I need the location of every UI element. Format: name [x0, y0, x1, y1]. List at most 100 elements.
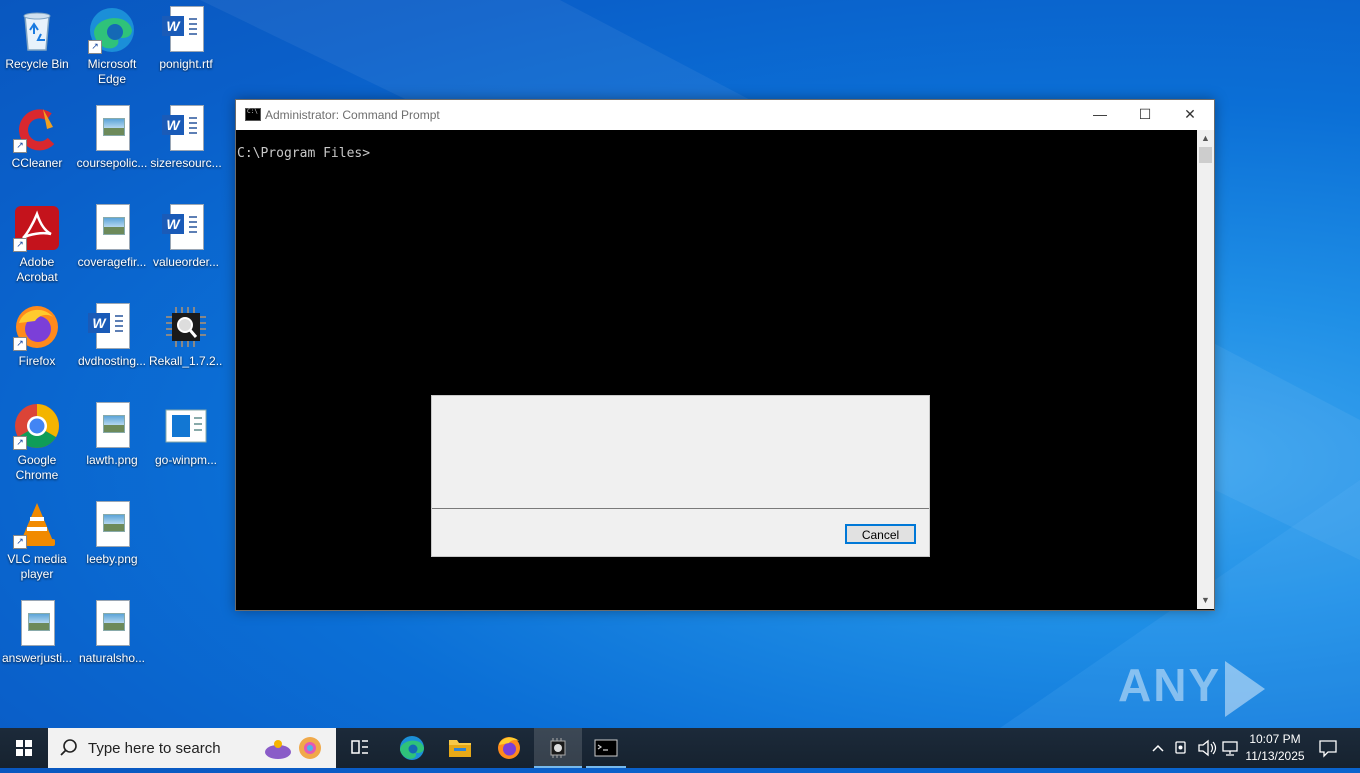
image-file-icon — [88, 402, 136, 450]
desktop-icon-label: go-winpm... — [154, 453, 218, 467]
desktop-icon-label: answerjusti... — [1, 651, 73, 665]
search-placeholder: Type here to search — [88, 740, 221, 757]
desktop-icon-label: ponight.rtf — [159, 57, 213, 71]
search-icon — [60, 739, 77, 756]
desktop-icon-label: Microsoft Edge — [87, 57, 137, 86]
desktop-icon-coveragefir[interactable]: coveragefir... — [75, 200, 149, 270]
desktop-icon-answerjusti[interactable]: answerjusti... — [0, 596, 74, 666]
desktop-icon-edge[interactable]: ↗ Microsoft Edge — [75, 2, 149, 87]
desktop-icon-lawth-png[interactable]: lawth.png — [75, 398, 149, 468]
shortcut-arrow-icon: ↗ — [13, 139, 27, 153]
clock[interactable]: 10:07 PM 11/13/2025 — [1238, 731, 1312, 765]
acrobat-icon: ↗ — [13, 204, 61, 252]
edge-icon — [400, 736, 424, 760]
desktop-icon-coursepolic[interactable]: coursepolic... — [75, 101, 149, 171]
firefox-icon: ↗ — [13, 303, 61, 351]
show-hidden-icons-chevron-icon[interactable] — [1148, 728, 1168, 768]
desktop-icon-label: coursepolic... — [76, 156, 148, 170]
cancel-button[interactable]: Cancel — [845, 524, 916, 544]
desktop-icon-label: Google Chrome — [15, 453, 59, 482]
desktop-icon-ponight-rtf[interactable]: W ponight.rtf — [149, 2, 223, 72]
scroll-up-icon[interactable]: ▲ — [1197, 130, 1214, 147]
progress-dialog: Cancel — [431, 395, 930, 557]
desktop-icon-valueorder[interactable]: W valueorder... — [149, 200, 223, 270]
cmd-prompt-line: C:\Program Files> — [237, 146, 371, 161]
image-file-icon — [88, 204, 136, 252]
desktop-icon-label: Rekall_1.7.2... — [149, 354, 223, 368]
desktop-icon-google-chrome[interactable]: ↗ Google Chrome — [0, 398, 74, 483]
image-file-icon — [13, 600, 61, 648]
taskbar-command-prompt[interactable] — [582, 728, 630, 768]
recycle-bin-icon — [13, 6, 61, 54]
desktop-icon-label: lawth.png — [86, 453, 138, 467]
search-highlight-icon — [265, 737, 321, 759]
windows-logo-icon — [16, 740, 32, 756]
desktop-icon-ccleaner[interactable]: ↗ CCleaner — [0, 101, 74, 171]
scroll-down-icon[interactable]: ▼ — [1197, 592, 1214, 609]
image-file-icon — [88, 600, 136, 648]
cmd-icon — [594, 739, 618, 757]
image-file-icon — [88, 501, 136, 549]
close-button[interactable]: ✕ — [1167, 100, 1213, 130]
search-box[interactable]: Type here to search — [48, 728, 336, 768]
desktop-icon-label: Recycle Bin — [5, 57, 69, 71]
camera-tray-icon[interactable] — [1172, 728, 1192, 768]
notifications-icon[interactable] — [1316, 728, 1340, 768]
desktop-icon-adobe-acrobat[interactable]: ↗ Adobe Acrobat — [0, 200, 74, 285]
desktop-icon-rekall[interactable]: Rekall_1.7.2... — [149, 299, 223, 369]
installer-icon — [162, 402, 210, 450]
scroll-thumb[interactable] — [1199, 147, 1212, 163]
taskbar: Type here to search 10:07 PM 11/13/2025 — [0, 728, 1360, 768]
dialog-body — [432, 396, 929, 509]
desktop-icon-go-winpm[interactable]: go-winpm... — [149, 398, 223, 468]
desktop-icon-dvdhosting[interactable]: W dvdhosting... — [75, 299, 149, 369]
shortcut-arrow-icon: ↗ — [13, 238, 27, 252]
start-button[interactable] — [0, 728, 48, 768]
taskbar-rekall[interactable] — [534, 728, 582, 768]
maximize-button[interactable]: ☐ — [1122, 100, 1168, 130]
cmd-icon — [245, 108, 261, 121]
chrome-icon: ↗ — [13, 402, 61, 450]
minimize-button[interactable]: — — [1077, 100, 1123, 130]
taskbar-task-view[interactable] — [336, 728, 384, 768]
ccleaner-icon: ↗ — [13, 105, 61, 153]
cmd-titlebar[interactable]: Administrator: Command Prompt — ☐ ✕ — [236, 100, 1214, 130]
desktop-icon-label: VLC media player — [7, 552, 67, 581]
clock-time: 10:07 PM — [1249, 732, 1301, 746]
desktop-icon-firefox[interactable]: ↗ Firefox — [0, 299, 74, 369]
word-document-icon: W — [162, 105, 210, 153]
folder-icon — [449, 740, 471, 757]
shortcut-arrow-icon: ↗ — [88, 40, 102, 54]
desktop-icon-naturalsho[interactable]: naturalsho... — [75, 596, 149, 666]
desktop-icon-sizeresourc[interactable]: W sizeresourc... — [149, 101, 223, 171]
desktop-icon-label: leeby.png — [86, 552, 138, 566]
word-document-icon: W — [162, 204, 210, 252]
shortcut-arrow-icon: ↗ — [13, 337, 27, 351]
desktop-icon-recycle-bin[interactable]: Recycle Bin — [0, 2, 74, 72]
taskbar-firefox[interactable] — [485, 728, 533, 768]
desktop-icon-vlc[interactable]: ↗ VLC media player — [0, 497, 74, 582]
desktop-icon-label: coveragefir... — [77, 255, 147, 269]
word-document-icon: W — [162, 6, 210, 54]
rekall-icon — [162, 303, 210, 351]
volume-icon[interactable] — [1196, 728, 1218, 768]
desktop-icon-label: Firefox — [18, 354, 56, 368]
vertical-scrollbar[interactable]: ▲ ▼ — [1197, 130, 1214, 609]
image-file-icon — [88, 105, 136, 153]
shortcut-arrow-icon: ↗ — [13, 436, 27, 450]
rekall-icon — [550, 738, 566, 758]
firefox-icon — [498, 737, 520, 759]
shortcut-arrow-icon: ↗ — [13, 535, 27, 549]
desktop-icon-leeby-png[interactable]: leeby.png — [75, 497, 149, 567]
clock-date: 11/13/2025 — [1245, 749, 1305, 763]
taskbar-edge[interactable] — [388, 728, 436, 768]
vlc-icon: ↗ — [13, 501, 61, 549]
window-title: Administrator: Command Prompt — [265, 108, 440, 122]
desktop-icon-label: valueorder... — [152, 255, 220, 269]
network-icon[interactable] — [1220, 728, 1240, 768]
desktop-icon-label: CCleaner — [11, 156, 63, 170]
word-document-icon: W — [88, 303, 136, 351]
desktop-icon-label: dvdhosting... — [77, 354, 147, 368]
task-view-icon — [351, 740, 368, 754]
taskbar-file-explorer[interactable] — [436, 728, 484, 768]
